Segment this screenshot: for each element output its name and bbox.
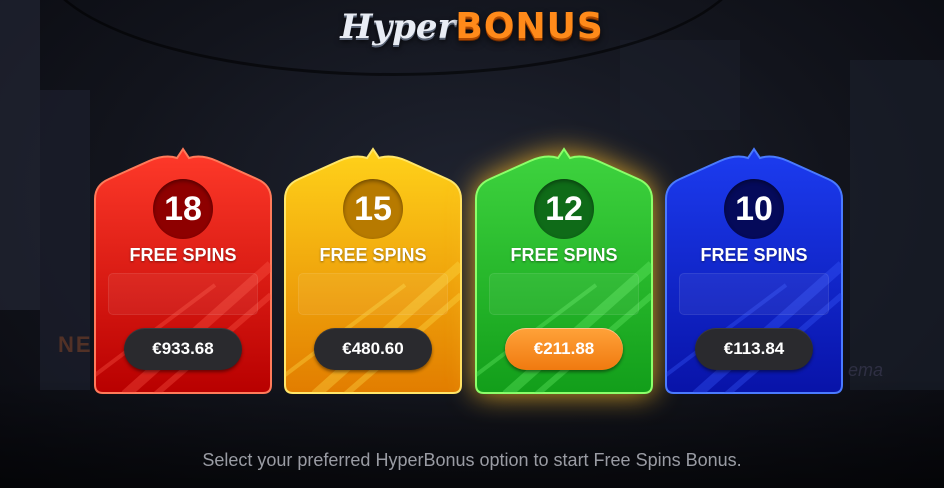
bonus-option-card[interactable]: 12 FREE SPINS €211.88 bbox=[475, 145, 653, 395]
card-info-slot bbox=[298, 273, 448, 315]
spins-count-badge: 12 bbox=[534, 179, 594, 239]
background-building bbox=[620, 40, 740, 130]
price-button[interactable]: €933.68 bbox=[124, 328, 242, 370]
bonus-options: 18 FREE SPINS €933.68 15 FREE SPINS €480… bbox=[0, 145, 944, 395]
bonus-option-card[interactable]: 15 FREE SPINS €480.60 bbox=[284, 145, 462, 395]
spins-count-badge: 18 bbox=[153, 179, 213, 239]
price-button[interactable]: €113.84 bbox=[695, 328, 813, 370]
card-info-slot bbox=[489, 273, 639, 315]
free-spins-label: FREE SPINS bbox=[319, 245, 427, 265]
logo-bonus-text: BONUS bbox=[455, 6, 604, 47]
price-button[interactable]: €480.60 bbox=[314, 328, 432, 370]
free-spins-label: FREE SPINS bbox=[700, 245, 808, 265]
logo-hyper-text: Hyper bbox=[340, 7, 456, 47]
spins-count-badge: 10 bbox=[724, 179, 784, 239]
hyperbonus-logo: HyperBONUS bbox=[0, 6, 944, 47]
price-button[interactable]: €211.88 bbox=[505, 328, 623, 370]
free-spins-label: FREE SPINS bbox=[129, 245, 237, 265]
card-info-slot bbox=[679, 273, 829, 315]
instruction-text: Select your preferred HyperBonus option … bbox=[202, 450, 742, 470]
bonus-option-card[interactable]: 10 FREE SPINS €113.84 bbox=[665, 145, 843, 395]
free-spins-label: FREE SPINS bbox=[510, 245, 618, 265]
card-info-slot bbox=[108, 273, 258, 315]
spins-count-badge: 15 bbox=[343, 179, 403, 239]
bonus-option-card[interactable]: 18 FREE SPINS €933.68 bbox=[94, 145, 272, 395]
